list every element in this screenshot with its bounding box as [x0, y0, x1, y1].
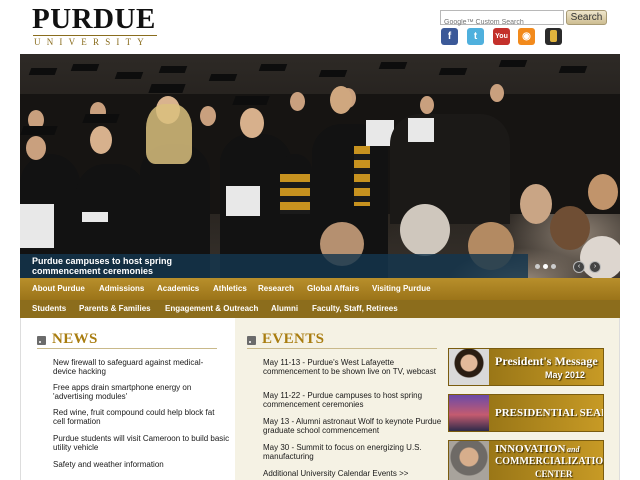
event-item[interactable]: May 13 - Alumni astronaut Wolf to keynot…	[263, 417, 443, 435]
hero-face	[200, 106, 216, 126]
hero-face	[420, 96, 434, 114]
hero-slideshow[interactable]: Purdue campuses to host spring commencem…	[20, 54, 620, 278]
hero-cap	[28, 68, 58, 75]
nav-parents-families[interactable]: Parents & Families	[79, 304, 151, 313]
hero-stole	[354, 146, 370, 206]
nav-faculty-staff-retirees[interactable]: Faculty, Staff, Retirees	[312, 304, 398, 313]
presidents-message-promo[interactable]: President's Message May 2012	[448, 348, 604, 386]
innovation-center-photo	[449, 441, 489, 480]
hero-cap	[318, 70, 348, 77]
hero-cap	[158, 66, 188, 73]
slide-dot[interactable]	[551, 264, 556, 269]
search-button[interactable]: Search	[566, 10, 607, 25]
innovation-center-promo[interactable]: INNOVATION and COMMERCIALIZATION CENTER	[448, 440, 604, 480]
nav-students[interactable]: Students	[32, 304, 66, 313]
innovation-title-line1: INNOVATION	[495, 443, 566, 455]
hero-caption-bar[interactable]: Purdue campuses to host spring commencem…	[20, 254, 528, 278]
hero-cap	[498, 60, 528, 67]
hero-face	[90, 126, 112, 154]
hero-cap	[232, 96, 270, 105]
hero-cap	[378, 62, 408, 69]
nav-academics[interactable]: Academics	[157, 284, 199, 293]
youtube-icon[interactable]: You	[493, 28, 510, 45]
hero-cap	[438, 68, 468, 75]
twitter-icon[interactable]: t	[467, 28, 484, 45]
presidents-message-title: President's Message	[495, 354, 598, 368]
primary-nav: About Purdue Admissions Academics Athlet…	[20, 278, 620, 300]
nav-about-purdue[interactable]: About Purdue	[32, 284, 85, 293]
hero-program	[408, 118, 434, 142]
mobile-icon[interactable]	[545, 28, 562, 45]
nav-admissions[interactable]: Admissions	[99, 284, 144, 293]
event-item[interactable]: May 30 - Summit to focus on energizing U…	[263, 443, 443, 461]
hero-cap	[258, 64, 288, 71]
hero-audience	[520, 184, 552, 224]
hero-next-button[interactable]: ›	[589, 261, 601, 273]
hero-program	[20, 204, 54, 248]
nav-athletics[interactable]: Athletics	[213, 284, 247, 293]
hero-face	[240, 108, 264, 138]
logo-rule	[33, 35, 157, 36]
event-item[interactable]: May 11-22 - Purdue campuses to host spri…	[263, 391, 443, 409]
presidential-search-title: PRESIDENTIAL SEARCH	[495, 407, 603, 419]
hero-prev-button[interactable]: ‹	[573, 261, 585, 273]
innovation-title-line3: CENTER	[535, 469, 573, 479]
hero-face	[26, 136, 46, 160]
news-item[interactable]: Free apps drain smartphone energy on 'ad…	[53, 383, 225, 401]
nav-alumni[interactable]: Alumni	[271, 304, 298, 313]
president-photo	[449, 349, 489, 385]
search-field-wrapper	[440, 10, 564, 29]
news-rss-icon[interactable]	[37, 336, 46, 345]
news-item[interactable]: New firewall to safeguard against medica…	[53, 358, 225, 376]
news-heading: NEWS	[52, 331, 98, 347]
logo-wordmark: PURDUE	[32, 3, 156, 35]
rss-icon[interactable]: ◉	[518, 28, 535, 45]
hero-face	[290, 92, 305, 111]
innovation-title-line2: COMMERCIALIZATION	[495, 456, 604, 467]
presidents-message-date: May 2012	[545, 370, 586, 380]
hero-audience	[588, 174, 618, 210]
news-column: NEWS New firewall to safeguard against m…	[21, 318, 235, 480]
nav-global-affairs[interactable]: Global Affairs	[307, 284, 359, 293]
news-item[interactable]: Red wine, fruit compound could help bloc…	[53, 408, 225, 426]
nav-engagement-outreach[interactable]: Engagement & Outreach	[165, 304, 258, 313]
hero-program	[82, 212, 108, 222]
purdue-logo[interactable]: PURDUE UNIVERSITY	[32, 4, 158, 48]
events-rule	[247, 348, 437, 349]
event-item[interactable]: Additional University Calendar Events >>	[263, 469, 443, 478]
presidential-search-promo[interactable]: PRESIDENTIAL SEARCH	[448, 394, 604, 432]
hero-stole	[280, 174, 310, 214]
nav-visiting-purdue[interactable]: Visiting Purdue	[372, 284, 431, 293]
news-item[interactable]: Safety and weather information	[53, 460, 225, 469]
hero-cap	[558, 66, 588, 73]
secondary-nav: Students Parents & Families Engagement &…	[20, 300, 620, 318]
hero-face	[490, 84, 504, 102]
events-rss-icon[interactable]	[247, 336, 256, 345]
hero-program	[226, 186, 260, 216]
hero-caption-text[interactable]: Purdue campuses to host spring commencem…	[32, 256, 232, 276]
hero-cap	[148, 84, 186, 93]
events-heading: EVENTS	[262, 331, 325, 347]
hero-blonde-hair	[146, 104, 192, 164]
hero-cap	[82, 114, 120, 123]
event-item[interactable]: May 11-13 - Purdue's West Lafayette comm…	[263, 358, 443, 376]
hero-audience	[580, 236, 620, 278]
hero-cap	[20, 126, 58, 135]
site-header: PURDUE UNIVERSITY Search f t You ◉	[0, 0, 640, 54]
news-rule	[37, 348, 217, 349]
hero-audience	[400, 204, 450, 256]
facebook-icon[interactable]: f	[441, 28, 458, 45]
hero-cap	[70, 64, 100, 71]
events-column: EVENTS May 11-13 - Purdue's West Lafayet…	[235, 318, 447, 480]
news-item[interactable]: Purdue students will visit Cameroon to b…	[53, 434, 231, 452]
hero-cap	[208, 74, 238, 81]
slide-dot-active[interactable]	[543, 264, 548, 269]
hero-cap	[114, 72, 144, 79]
innovation-title-and: and	[567, 445, 580, 454]
hero-face	[330, 86, 352, 114]
presidential-search-photo	[449, 395, 489, 431]
logo-subtitle: UNIVERSITY	[34, 37, 150, 47]
nav-research[interactable]: Research	[258, 284, 294, 293]
slide-dot[interactable]	[535, 264, 540, 269]
